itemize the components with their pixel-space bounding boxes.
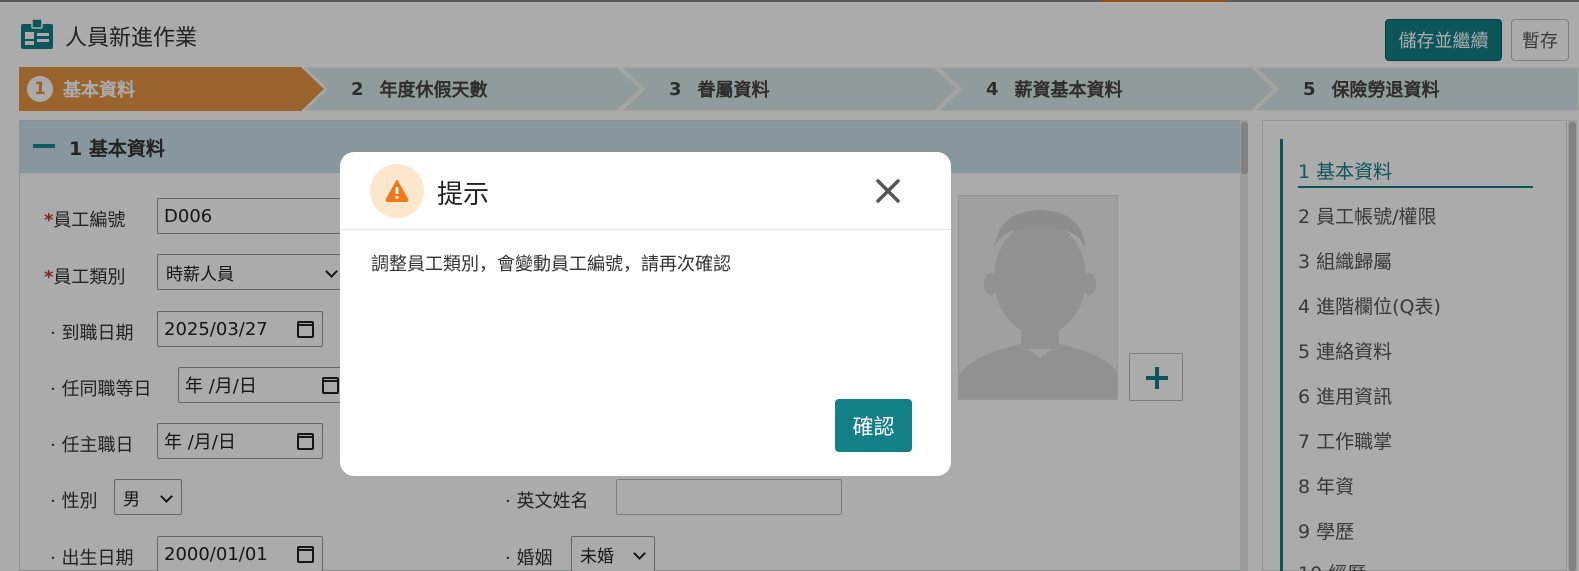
warning-icon (385, 180, 409, 202)
close-icon[interactable] (874, 177, 902, 205)
dialog-header: 提示 (340, 152, 951, 230)
dialog-title: 提示 (437, 180, 490, 210)
alert-dialog: 提示 調整員工類別，會變動員工編號，請再次確認 確認 (340, 152, 951, 476)
dialog-message: 調整員工類別，會變動員工編號，請再次確認 (371, 254, 731, 275)
warning-badge (370, 164, 424, 218)
confirm-button[interactable]: 確認 (835, 399, 912, 452)
